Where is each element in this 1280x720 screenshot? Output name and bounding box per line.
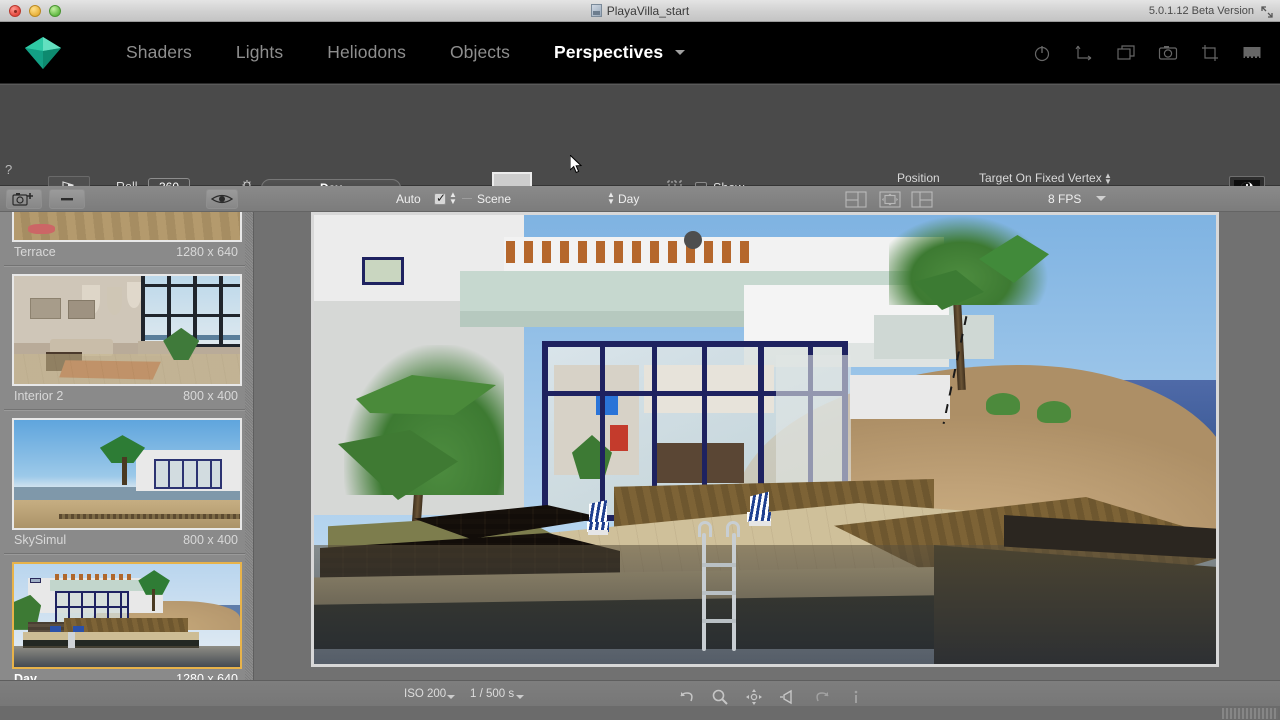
mullion-v1 xyxy=(542,341,548,521)
sidebar-scrollbar[interactable] xyxy=(245,212,253,720)
viewport-area xyxy=(254,212,1280,680)
interior-sofa xyxy=(654,443,744,483)
redo-icon[interactable] xyxy=(813,688,831,706)
bottom-strip xyxy=(0,706,1280,720)
mullion-top xyxy=(542,341,848,347)
auto-checkbox[interactable] xyxy=(434,193,446,205)
chevron-down-icon[interactable] xyxy=(675,50,685,55)
deck-chair-left xyxy=(586,502,612,536)
list-item-size: 800 x 400 xyxy=(183,389,238,403)
power-icon[interactable] xyxy=(1032,43,1052,63)
properties-panel: ? Roll 360 Focal in mm 35 Day Day Non xyxy=(0,84,1280,186)
undo-icon[interactable] xyxy=(678,688,696,706)
help-icon[interactable]: ? xyxy=(5,162,12,177)
perspectives-sidebar: Terrace 1280 x 640 xyxy=(0,186,254,720)
menu-item-objects[interactable]: Objects xyxy=(428,42,532,63)
duplicate-window-icon[interactable] xyxy=(1116,43,1136,63)
fps-label: 8 FPS xyxy=(1048,186,1081,212)
deck-chair-right xyxy=(746,494,774,528)
info-icon[interactable] xyxy=(847,688,865,706)
skysimul-thumbnail xyxy=(12,418,242,530)
list-item-size: 1280 x 640 xyxy=(176,245,238,259)
interior2-thumbnail xyxy=(12,274,242,386)
pan-icon[interactable] xyxy=(745,688,763,706)
window-title: PlayaVilla_start xyxy=(607,4,690,18)
filmstrip-icon[interactable] xyxy=(1242,43,1262,63)
divider xyxy=(4,409,250,410)
artlantis-window: PlayaVilla_start 5.0.1.12 Beta Version S… xyxy=(0,0,1280,720)
stepper-arrows-icon[interactable]: ▲▼ xyxy=(1104,173,1112,185)
position-label: Position xyxy=(897,171,940,185)
list-item[interactable]: Day 1280 x 640 xyxy=(0,562,254,692)
chevron-down-icon[interactable] xyxy=(1096,196,1106,201)
menu-items: Shaders Lights Heliodons Objects Perspec… xyxy=(104,42,699,63)
split-right-icon[interactable] xyxy=(911,191,931,207)
axis-icon[interactable] xyxy=(1074,43,1094,63)
menu-item-shaders[interactable]: Shaders xyxy=(104,42,214,63)
zoom-icon[interactable] xyxy=(711,688,729,706)
scene-label[interactable]: Scene xyxy=(477,186,511,212)
artlantis-gem-logo xyxy=(24,36,62,70)
list-item-name: Terrace xyxy=(14,245,56,259)
small-window xyxy=(362,257,404,285)
resize-grip[interactable] xyxy=(1222,708,1278,719)
main-menu-bar: Shaders Lights Heliodons Objects Perspec… xyxy=(0,22,1280,84)
split-left-icon[interactable] xyxy=(845,191,865,207)
minus-icon[interactable] xyxy=(49,189,85,209)
day-label[interactable]: Day xyxy=(618,186,639,212)
list-item-name: Interior 2 xyxy=(14,389,63,403)
title-bar: PlayaVilla_start 5.0.1.12 Beta Version xyxy=(0,0,1280,22)
divider xyxy=(4,265,250,266)
camera-plus-icon[interactable] xyxy=(6,189,42,209)
render-scene xyxy=(314,215,1216,664)
list-item-name: SkySimul xyxy=(14,533,66,547)
menu-item-lights[interactable]: Lights xyxy=(214,42,305,63)
side-wall xyxy=(874,315,994,359)
list-item-caption: Interior 2 800 x 400 xyxy=(0,386,254,409)
eye-icon[interactable] xyxy=(206,189,238,209)
split-center-icon[interactable] xyxy=(879,191,899,207)
chevron-down-icon[interactable] xyxy=(447,695,455,699)
sidebar-toolbar xyxy=(0,186,254,212)
day-thumbnail xyxy=(12,562,242,669)
divider xyxy=(462,198,472,199)
dune-shrub-1 xyxy=(986,393,1020,415)
pergola-beams xyxy=(506,241,756,263)
mouse-pointer xyxy=(570,155,584,175)
window-title-group: PlayaVilla_start xyxy=(0,4,1280,18)
divider xyxy=(4,553,250,554)
menu-item-perspectives[interactable]: Perspectives xyxy=(532,42,671,63)
interior-artwork-2 xyxy=(610,425,628,451)
fullscreen-icon[interactable] xyxy=(1261,5,1273,17)
version-label: 5.0.1.12 Beta Version xyxy=(1149,0,1254,22)
auto-label: Auto xyxy=(396,186,421,212)
walk-icon[interactable] xyxy=(779,688,797,706)
terrace-thumbnail xyxy=(12,212,242,242)
crop-icon[interactable] xyxy=(1200,43,1220,63)
list-item[interactable]: Interior 2 800 x 400 xyxy=(0,274,254,409)
list-item-caption: SkySimul 800 x 400 xyxy=(0,530,254,553)
mullion-v2 xyxy=(600,341,605,521)
menu-item-heliodons[interactable]: Heliodons xyxy=(305,42,428,63)
list-item[interactable]: SkySimul 800 x 400 xyxy=(0,418,254,553)
dune-shrub-2 xyxy=(1037,401,1071,423)
shutter-label[interactable]: 1 / 500 s xyxy=(470,681,514,707)
list-item-size: 800 x 400 xyxy=(183,533,238,547)
target-label: Target On Fixed Vertex xyxy=(979,171,1102,185)
auto-stepper-icon[interactable]: ▲▼ xyxy=(449,191,457,205)
list-item-caption: Terrace 1280 x 640 xyxy=(0,242,254,265)
perspectives-list[interactable]: Terrace 1280 x 640 xyxy=(0,212,254,720)
document-icon xyxy=(591,4,602,17)
day-stepper-icon[interactable]: ▲▼ xyxy=(607,191,615,205)
garden-wall xyxy=(850,375,950,419)
pool-ladder xyxy=(698,533,744,653)
menu-tool-icons xyxy=(1032,43,1262,63)
chevron-down-icon[interactable] xyxy=(516,695,524,699)
list-item[interactable]: Terrace 1280 x 640 xyxy=(0,212,254,265)
interior-ceiling xyxy=(644,365,774,413)
render-viewport[interactable] xyxy=(311,212,1219,667)
camera-icon[interactable] xyxy=(1158,43,1178,63)
iso-label[interactable]: ISO 200 xyxy=(404,681,446,707)
roof-vent xyxy=(684,231,702,249)
